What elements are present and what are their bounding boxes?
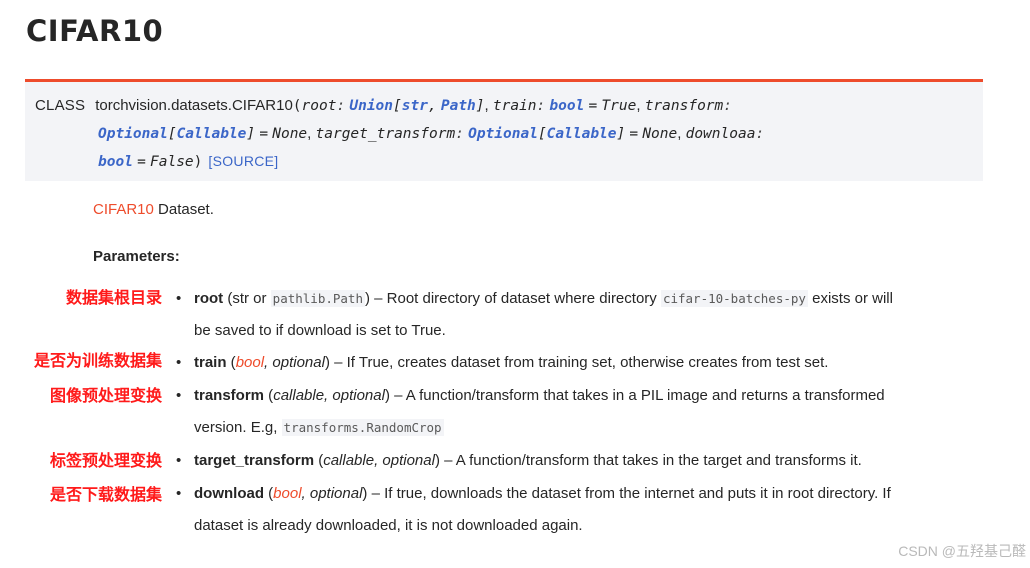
param-desc: ) – A function/transform that takes in a… — [384, 387, 885, 404]
signature-line-2: Optional[Callable] = None, target_transf… — [98, 124, 764, 144]
param-type-rest: , optional — [301, 485, 363, 502]
annotation-train: 是否为训练数据集 — [33, 351, 162, 370]
param-type-rest: , optional — [264, 354, 325, 371]
bullet: • — [176, 290, 182, 307]
type-bool[interactable]: bool — [98, 154, 133, 170]
param-desc: ) – If True, creates dataset from traini… — [324, 354, 829, 371]
default-none: None — [272, 126, 308, 142]
param-desc: ) – If true, downloads the dataset from … — [362, 485, 891, 502]
equals: = — [259, 126, 269, 142]
bracket: ] — [246, 126, 256, 142]
bracket: ] — [616, 126, 626, 142]
equals: = — [629, 126, 639, 142]
type-optional[interactable]: Optional — [468, 126, 538, 142]
type-optional[interactable]: Optional — [98, 126, 168, 142]
param-desc: ) – A function/transform that takes in t… — [434, 452, 862, 469]
default-true: True — [601, 98, 637, 114]
param-type-open: ( — [264, 485, 274, 502]
description-text: Dataset. — [153, 201, 214, 218]
param-download: • download (bool, optional) – If true, d… — [176, 478, 984, 542]
param-name: target_transform — [194, 452, 315, 469]
param-type-open: ( — [226, 354, 236, 371]
bullet: • — [176, 485, 182, 502]
param-root-name: root — [301, 98, 337, 114]
param-download-name: downloaa — [685, 126, 756, 142]
param-name: download — [194, 485, 264, 502]
param-transform: • transform (callable, optional) – A fun… — [176, 380, 984, 444]
type-callable[interactable]: Callable — [177, 126, 247, 142]
type-str[interactable]: str — [402, 98, 428, 114]
source-link[interactable]: [SOURCE] — [208, 153, 278, 169]
bracket: ] — [475, 98, 485, 114]
inline-code: pathlib.Path — [270, 290, 365, 307]
default-none: None — [642, 126, 678, 142]
comma: , — [427, 98, 437, 114]
signature-line-3: bool = False) [SOURCE] — [98, 151, 278, 172]
colon: : — [336, 98, 346, 114]
type-bool[interactable]: bool — [549, 98, 584, 114]
class-label: CLASS — [35, 97, 86, 114]
bracket: [ — [167, 126, 177, 142]
param-root: • root (str or pathlib.Path) – Root dire… — [176, 283, 984, 347]
default-false: False — [150, 154, 194, 170]
open-paren: ( — [292, 98, 302, 114]
signature-line-1: CLASS torchvision.datasets.CIFAR10(root: … — [35, 96, 732, 116]
bool-type-link[interactable]: bool — [273, 485, 301, 502]
separator: , — [677, 125, 682, 142]
param-train: • train (bool, optional) – If True, crea… — [176, 347, 984, 379]
bullet: • — [176, 354, 182, 371]
param-name: root — [194, 290, 224, 307]
param-type-open: ( — [264, 387, 274, 404]
page-title: CIFAR10 — [26, 14, 164, 48]
cifar10-link[interactable]: CIFAR10 — [93, 201, 154, 218]
colon: : — [536, 98, 546, 114]
annotation-target-transform: 标签预处理变换 — [49, 451, 162, 470]
param-transform-name: transform — [644, 98, 724, 114]
param-desc-tail: exists or will — [807, 290, 893, 307]
param-type: callable, optional — [323, 452, 435, 469]
annotation-download: 是否下载数据集 — [49, 485, 162, 504]
close-paren: ) — [193, 154, 203, 170]
class-description: CIFAR10 Dataset. — [93, 200, 214, 220]
inline-code: transforms.RandomCrop — [281, 419, 444, 436]
param-target-transform-name: target_transform — [315, 126, 456, 142]
param-type: callable, optional — [273, 387, 385, 404]
param-name: train — [194, 354, 227, 371]
separator: , — [307, 125, 312, 142]
bracket: [ — [393, 98, 402, 114]
type-callable[interactable]: Callable — [547, 126, 617, 142]
colon: : — [755, 126, 765, 142]
equals: = — [137, 154, 146, 170]
param-type-open: (str or — [223, 290, 271, 307]
separator: , — [484, 97, 489, 114]
param-desc-line2: version. E.g, — [194, 419, 282, 436]
separator: , — [636, 97, 641, 114]
colon: : — [723, 98, 732, 114]
bullet: • — [176, 452, 182, 469]
watermark: CSDN @五羟基己醛 — [898, 543, 1026, 559]
param-name: transform — [194, 387, 265, 404]
inline-code: cifar-10-batches-py — [660, 290, 808, 307]
bracket: [ — [537, 126, 547, 142]
param-desc: ) – Root directory of dataset where dire… — [364, 290, 661, 307]
class-signature: CLASS torchvision.datasets.CIFAR10(root: … — [25, 79, 983, 181]
type-union[interactable]: Union — [349, 98, 393, 114]
param-train-name: train — [492, 98, 537, 114]
bullet: • — [176, 387, 182, 404]
parameters-heading: Parameters: — [93, 248, 180, 265]
param-target-transform: • target_transform (callable, optional) … — [176, 445, 984, 477]
bool-type-link[interactable]: bool — [236, 354, 264, 371]
param-desc-line2: dataset is already downloaded, it is not… — [194, 517, 583, 534]
colon: : — [455, 126, 464, 142]
class-qualname: torchvision.datasets.CIFAR10 — [95, 97, 293, 114]
param-type-open: ( — [314, 452, 324, 469]
annotation-root: 数据集根目录 — [65, 288, 162, 307]
equals: = — [588, 98, 598, 114]
type-path[interactable]: Path — [441, 98, 476, 114]
annotation-transform: 图像预处理变换 — [49, 386, 162, 405]
param-desc-line2: be saved to if download is set to True. — [194, 322, 446, 339]
